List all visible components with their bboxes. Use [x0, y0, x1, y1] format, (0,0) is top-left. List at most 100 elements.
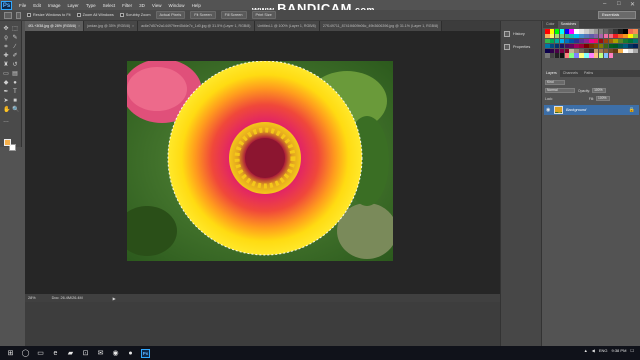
color-swatch[interactable] [579, 29, 584, 34]
color-swatch[interactable] [603, 48, 609, 54]
menu-edit[interactable]: Edit [33, 3, 41, 8]
color-swatch[interactable] [559, 29, 565, 34]
tab-document-5[interactable]: 27f149711_8741f4609b06c_49b3606396.jpg @… [319, 21, 443, 31]
color-swatch[interactable] [628, 38, 633, 44]
color-swatch[interactable] [618, 29, 623, 34]
color-swatch[interactable] [569, 53, 574, 58]
clock-time[interactable]: 9:38 PM [612, 348, 627, 353]
task-view-icon[interactable]: ▭ [36, 349, 45, 358]
eraser-icon[interactable]: ▭ [3, 71, 9, 77]
path-select-icon[interactable]: ➤ [3, 98, 9, 104]
opacity-field[interactable]: 100% [592, 88, 607, 93]
color-swatch[interactable] [545, 53, 550, 58]
bandicam-icon[interactable]: ● [126, 349, 135, 358]
crop-icon[interactable]: ⌗ [3, 44, 9, 50]
color-swatch[interactable] [559, 53, 565, 58]
quick-select-icon[interactable]: ✎ [12, 35, 18, 41]
color-swatch[interactable] [584, 29, 589, 34]
color-swatch[interactable] [549, 53, 555, 58]
blur-icon[interactable]: ◆ [3, 80, 9, 86]
maximize-icon[interactable]: □ [617, 1, 621, 7]
color-swatch[interactable] [603, 33, 609, 39]
document-canvas[interactable] [127, 61, 393, 261]
color-swatch[interactable] [579, 43, 584, 49]
eye-icon[interactable]: ◉ [546, 107, 551, 113]
color-swatch[interactable] [593, 53, 599, 58]
color-swatch[interactable] [564, 29, 570, 34]
canvas-area[interactable] [25, 31, 500, 294]
menu-select[interactable]: Select [103, 3, 116, 8]
color-swatch[interactable] [603, 43, 609, 49]
color-swatch[interactable] [564, 53, 570, 58]
color-swatch[interactable] [613, 29, 618, 34]
color-swatch[interactable] [584, 48, 589, 54]
tab-channels[interactable]: Channels [560, 70, 581, 77]
eyedropper-icon[interactable]: ∕ [12, 44, 18, 50]
color-swatch[interactable] [564, 43, 570, 49]
color-swatch[interactable] [608, 38, 614, 44]
photoshop-taskbar-icon[interactable]: Ps [141, 348, 150, 358]
color-swatch[interactable] [598, 33, 604, 39]
color-swatch[interactable] [554, 33, 560, 39]
color-swatch[interactable] [584, 43, 589, 49]
chrome-icon[interactable]: ◉ [111, 349, 120, 358]
type-icon[interactable]: T [12, 89, 18, 95]
color-swatch[interactable] [545, 43, 550, 49]
color-swatch[interactable] [628, 43, 633, 49]
color-swatch[interactable] [623, 33, 628, 39]
edit-toolbar-icon[interactable]: … [3, 118, 9, 124]
color-swatch[interactable] [589, 33, 594, 39]
search-icon[interactable]: ◯ [21, 349, 30, 358]
scrubby-zoom-checkbox[interactable] [119, 13, 124, 17]
color-swatch[interactable] [603, 53, 609, 58]
color-swatch[interactable] [579, 33, 584, 39]
menu-window[interactable]: Window [169, 3, 185, 8]
menu-image[interactable]: Image [48, 3, 61, 8]
color-swatch[interactable] [579, 38, 584, 44]
color-swatch[interactable] [618, 48, 623, 54]
color-swatch[interactable] [564, 38, 570, 44]
close-icon[interactable]: × [132, 24, 134, 28]
color-swatch[interactable] [545, 33, 550, 39]
color-swatch[interactable] [628, 29, 633, 34]
foreground-color-swatch[interactable] [4, 139, 11, 146]
color-swatch[interactable] [589, 48, 594, 54]
lasso-icon[interactable]: ϙ [3, 35, 9, 41]
color-swatch[interactable] [574, 48, 579, 54]
menu-filter[interactable]: Filter [122, 3, 132, 8]
fit-screen-button[interactable]: Fit Screen [190, 11, 216, 19]
menu-type[interactable]: Type [86, 3, 96, 8]
menu-help[interactable]: Help [192, 3, 201, 8]
healing-icon[interactable]: ✚ [3, 53, 9, 59]
color-swatch[interactable] [559, 33, 565, 39]
color-swatch[interactable] [598, 38, 604, 44]
color-swatch[interactable] [564, 33, 570, 39]
color-swatch[interactable] [559, 38, 565, 44]
color-swatch[interactable] [569, 33, 574, 39]
color-swatch[interactable] [633, 48, 638, 54]
gradient-icon[interactable]: ▤ [12, 71, 18, 77]
color-swatch[interactable] [628, 48, 633, 54]
color-swatch[interactable] [618, 43, 623, 49]
file-explorer-icon[interactable]: ▰ [66, 349, 75, 358]
color-swatch[interactable] [593, 29, 599, 34]
tab-document-2[interactable]: jordan.jpg @ 35% (RGB/8) × [84, 21, 139, 31]
marquee-icon[interactable]: ⬚ [12, 26, 18, 32]
menu-3d[interactable]: 3D [139, 3, 145, 8]
color-swatch[interactable] [613, 38, 618, 44]
tab-document-3[interactable]: ac6e7d57e2a144979ee45d4e7c_1d0.jpg @ 31.… [138, 21, 255, 31]
tab-color[interactable]: Color [543, 21, 558, 28]
color-swatch[interactable] [549, 38, 555, 44]
color-swatch[interactable] [569, 48, 574, 54]
color-swatch[interactable] [618, 38, 623, 44]
pen-icon[interactable]: ✒ [3, 89, 9, 95]
resize-windows-checkbox[interactable] [27, 13, 31, 17]
menu-file[interactable]: File [19, 3, 26, 8]
color-swatch[interactable] [598, 43, 604, 49]
color-swatch[interactable] [603, 29, 609, 34]
color-swatch[interactable] [584, 53, 589, 58]
blend-mode-select[interactable]: Normal [545, 88, 575, 93]
edge-browser-icon[interactable]: e [51, 349, 60, 358]
language-indicator[interactable]: ENG [599, 348, 608, 353]
menu-view[interactable]: View [152, 3, 162, 8]
